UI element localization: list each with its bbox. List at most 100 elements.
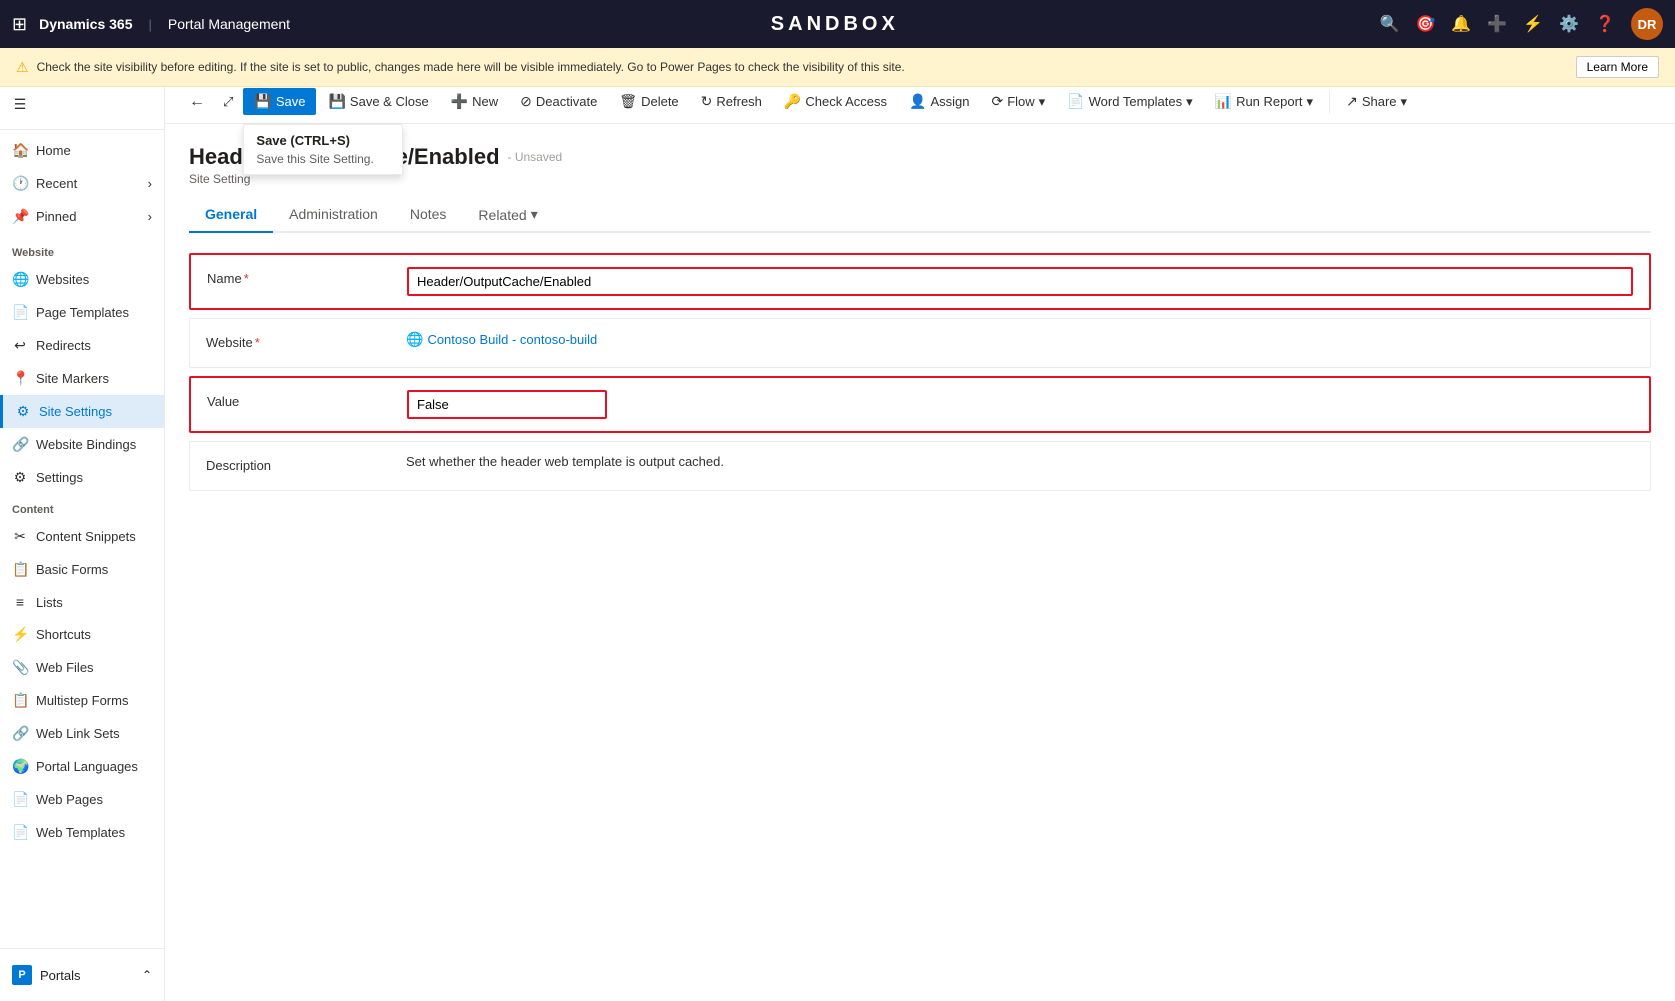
name-input[interactable] [407,267,1633,296]
help-icon[interactable]: ❓ [1595,14,1615,34]
sidebar-item-lists[interactable]: ≡ Lists [0,586,164,618]
cmd-separator [1329,90,1330,114]
environment-title: SANDBOX [302,13,1367,36]
word-templates-chevron-icon: ▾ [1186,94,1193,110]
name-section: Name* [189,253,1651,310]
recent-icon: 🕐 [12,175,28,192]
sidebar-portals[interactable]: P Portals ⌃ [0,957,164,993]
add-icon[interactable]: ➕ [1487,14,1507,34]
avatar[interactable]: DR [1631,8,1663,40]
target-icon[interactable]: 🎯 [1415,14,1435,34]
share-button[interactable]: ↗ Share ▾ [1336,89,1417,114]
waffle-icon[interactable]: ⊞ [12,14,27,35]
search-icon[interactable]: 🔍 [1380,14,1400,34]
portal-badge: P [12,965,32,985]
delete-button[interactable]: 🗑 Delete [609,89,688,114]
check-access-label: Check Access [805,94,887,109]
description-row: Description Set whether the header web t… [190,442,1650,490]
restore-button[interactable]: ⤢ [215,90,241,114]
save-close-button[interactable]: 💾 Save & Close [318,89,438,114]
sidebar-item-site-settings-label: Site Settings [39,404,112,419]
sidebar-top: ☰ [0,80,164,130]
sidebar-item-websites-label: Websites [36,272,89,287]
sidebar-item-pinned[interactable]: 📌 Pinned › [0,200,164,233]
content-snippets-icon: ✂ [12,528,28,545]
sidebar-item-shortcuts[interactable]: ⚡ Shortcuts [0,618,164,651]
form-area: Header/OutputCache/Enabled - Unsaved Sit… [165,124,1675,1001]
sidebar-item-web-files[interactable]: 📎 Web Files [0,651,164,684]
site-markers-icon: 📍 [12,370,28,387]
web-files-icon: 📎 [12,659,28,676]
sidebar-item-multistep-forms[interactable]: 📋 Multistep Forms [0,684,164,717]
word-templates-button[interactable]: 📄 Word Templates ▾ [1057,89,1202,114]
run-report-button[interactable]: 📊 Run Report ▾ [1205,89,1323,114]
deactivate-icon: ⊘ [520,93,532,110]
word-templates-icon: 📄 [1067,93,1084,110]
hamburger-icon: ☰ [12,96,28,113]
page-templates-icon: 📄 [12,304,28,321]
tooltip-title: Save (CTRL+S) [256,133,390,148]
lightning-icon[interactable]: ⚡ [1523,14,1543,34]
assign-button[interactable]: 👤 Assign [899,89,979,114]
related-chevron-icon: ▾ [531,206,538,223]
refresh-button[interactable]: ↻ Refresh [691,89,772,114]
unsaved-status: - Unsaved [508,150,563,164]
sidebar-item-basic-forms[interactable]: 📋 Basic Forms [0,553,164,586]
web-templates-icon: 📄 [12,824,28,841]
main-content: ← ⤢ 💾 Save Save (CTRL+S) Save this Site … [165,80,1675,1001]
sidebar-item-lists-label: Lists [36,595,63,610]
sidebar-item-web-templates-label: Web Templates [36,825,125,840]
assign-label: Assign [930,94,969,109]
website-label: Website* [206,331,406,350]
recent-chevron-icon: › [148,176,152,191]
portals-label: Portals [40,968,80,983]
sidebar-item-website-bindings[interactable]: 🔗 Website Bindings [0,428,164,461]
sidebar-hamburger[interactable]: ☰ [0,88,164,121]
value-input[interactable] [407,390,607,419]
sidebar-item-page-templates-label: Page Templates [36,305,129,320]
sidebar-item-web-templates[interactable]: 📄 Web Templates [0,816,164,849]
website-link[interactable]: Contoso Build - contoso-build [427,332,597,347]
tab-notes[interactable]: Notes [394,198,463,233]
sidebar-item-settings[interactable]: ⚙ Settings [0,461,164,494]
basic-forms-icon: 📋 [12,561,28,578]
sidebar-bottom: P Portals ⌃ [0,948,164,1001]
sidebar-item-content-snippets[interactable]: ✂ Content Snippets [0,520,164,553]
run-report-chevron-icon: ▾ [1307,94,1314,110]
tab-administration[interactable]: Administration [273,198,394,233]
name-row: Name* [191,255,1649,308]
sidebar-item-site-settings[interactable]: ⚙ Site Settings [0,395,164,428]
sidebar-item-websites[interactable]: 🌐 Websites [0,263,164,296]
check-access-button[interactable]: 🔑 Check Access [774,89,897,114]
portals-chevron-icon: ⌃ [142,968,152,982]
share-label: Share [1362,94,1397,109]
web-link-sets-icon: 🔗 [12,725,28,742]
sidebar-item-web-link-sets[interactable]: 🔗 Web Link Sets [0,717,164,750]
new-button[interactable]: ➕ New [441,89,508,114]
portal-languages-icon: 🌍 [12,758,28,775]
flow-button[interactable]: ⟳ Flow ▾ [981,89,1055,114]
back-button[interactable]: ← [181,89,213,115]
sidebar-item-web-link-sets-label: Web Link Sets [36,726,120,741]
tab-related[interactable]: Related ▾ [462,198,553,233]
value-field [407,390,1633,419]
learn-more-button[interactable]: Learn More [1576,56,1659,78]
sidebar-item-site-markers[interactable]: 📍 Site Markers [0,362,164,395]
deactivate-button[interactable]: ⊘ Deactivate [510,89,607,114]
save-button[interactable]: 💾 Save [243,88,316,115]
website-required: * [255,335,260,350]
sidebar-item-page-templates[interactable]: 📄 Page Templates [0,296,164,329]
sidebar-item-redirects[interactable]: ↩ Redirects [0,329,164,362]
sidebar-nav: 🏠 Home 🕐 Recent › 📌 Pinned › [0,130,164,237]
sidebar-item-home[interactable]: 🏠 Home [0,134,164,167]
sidebar-item-recent[interactable]: 🕐 Recent › [0,167,164,200]
sidebar-item-home-label: Home [36,143,71,158]
sidebar-item-web-pages[interactable]: 📄 Web Pages [0,783,164,816]
tab-general[interactable]: General [189,198,273,233]
sidebar-item-portal-languages[interactable]: 🌍 Portal Languages [0,750,164,783]
bell-icon[interactable]: 🔔 [1451,14,1471,34]
save-icon: 💾 [254,93,271,110]
settings-icon[interactable]: ⚙️ [1559,14,1579,34]
info-banner: ⚠ Check the site visibility before editi… [0,48,1675,87]
flow-label: Flow [1007,94,1034,109]
